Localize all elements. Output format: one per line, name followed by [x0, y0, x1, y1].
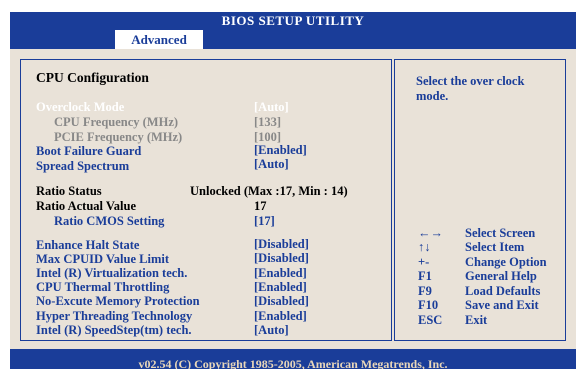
setting-value-ratio-cmos[interactable]: [17] — [254, 214, 275, 228]
setting-label-no-execute[interactable]: No-Excute Memory Protection — [36, 294, 200, 308]
setting-label-max-cpuid[interactable]: Max CPUID Value Limit — [36, 252, 169, 266]
setting-label-virtualization[interactable]: Intel (R) Virtualization tech. — [36, 266, 187, 280]
key-f9: F9 — [418, 284, 432, 298]
setting-label-cpu-frequency: CPU Frequency (MHz) — [54, 115, 179, 129]
setting-value-cpu-frequency: [133] — [254, 115, 282, 129]
key-left-right-icon: ←→ — [418, 226, 443, 240]
setting-label-speedstep[interactable]: Intel (R) SpeedStep(tm) tech. — [36, 323, 192, 337]
setting-label-spread-spectrum[interactable]: Spread Spectrum — [36, 159, 129, 173]
ratio-actual-value: 17 — [254, 199, 267, 213]
key-up-down-icon: ↑↓ — [418, 240, 431, 254]
key-desc-select-screen: Select Screen — [465, 226, 536, 240]
setting-value-pcie-frequency: [100] — [254, 130, 282, 144]
key-plus-minus: +- — [418, 255, 430, 269]
setting-label-pcie-frequency: PCIE Frequency (MHz) — [54, 130, 183, 144]
setting-value-hyper-threading[interactable]: [Enabled] — [254, 309, 307, 323]
key-desc-load-defaults: Load Defaults — [465, 284, 541, 298]
copyright-footer: v02.54 (C) Copyright 1985-2005, American… — [10, 349, 576, 369]
setting-value-spread-spectrum[interactable]: [Auto] — [254, 157, 289, 171]
key-desc-save-exit: Save and Exit — [465, 298, 539, 312]
setting-label-enhance-halt[interactable]: Enhance Halt State — [36, 238, 139, 252]
setting-value-boot-failure-guard[interactable]: [Enabled] — [254, 143, 307, 157]
setting-value-thermal-throttling[interactable]: [Enabled] — [254, 280, 307, 294]
section-title: CPU Configuration — [36, 70, 149, 85]
setting-label-overclock-mode[interactable]: Overclock Mode — [36, 100, 124, 114]
title-bar: BIOS SETUP UTILITY — [10, 12, 576, 29]
setting-label-boot-failure-guard[interactable]: Boot Failure Guard — [36, 144, 141, 158]
key-f10: F10 — [418, 298, 439, 312]
ratio-status-label: Ratio Status — [36, 184, 102, 198]
tab-strip — [10, 29, 576, 49]
setting-label-ratio-cmos[interactable]: Ratio CMOS Setting — [54, 214, 164, 228]
help-text-line2: mode. — [416, 89, 449, 103]
key-desc-general-help: General Help — [465, 269, 537, 283]
ratio-status-value: Unlocked (Max :17, Min : 14) — [190, 184, 348, 198]
setting-label-thermal-throttling[interactable]: CPU Thermal Throttling — [36, 280, 169, 294]
help-text-line1: Select the over clock — [416, 74, 525, 88]
setting-value-max-cpuid[interactable]: [Disabled] — [254, 251, 309, 265]
key-desc-exit: Exit — [465, 313, 488, 327]
setting-value-virtualization[interactable]: [Enabled] — [254, 266, 307, 280]
setting-value-overclock-mode[interactable]: [Auto] — [254, 100, 289, 114]
ratio-actual-label: Ratio Actual Value — [36, 199, 137, 213]
setting-value-speedstep[interactable]: [Auto] — [254, 323, 289, 337]
key-esc: ESC — [418, 313, 443, 327]
setting-label-hyper-threading[interactable]: Hyper Threading Technology — [36, 309, 192, 323]
setting-value-enhance-halt[interactable]: [Disabled] — [254, 237, 309, 251]
key-desc-select-item: Select Item — [465, 240, 525, 254]
key-desc-change-option: Change Option — [465, 255, 547, 269]
key-f1: F1 — [418, 269, 432, 283]
setting-value-no-execute[interactable]: [Disabled] — [254, 294, 309, 308]
tab-advanced[interactable]: Advanced — [115, 30, 203, 50]
